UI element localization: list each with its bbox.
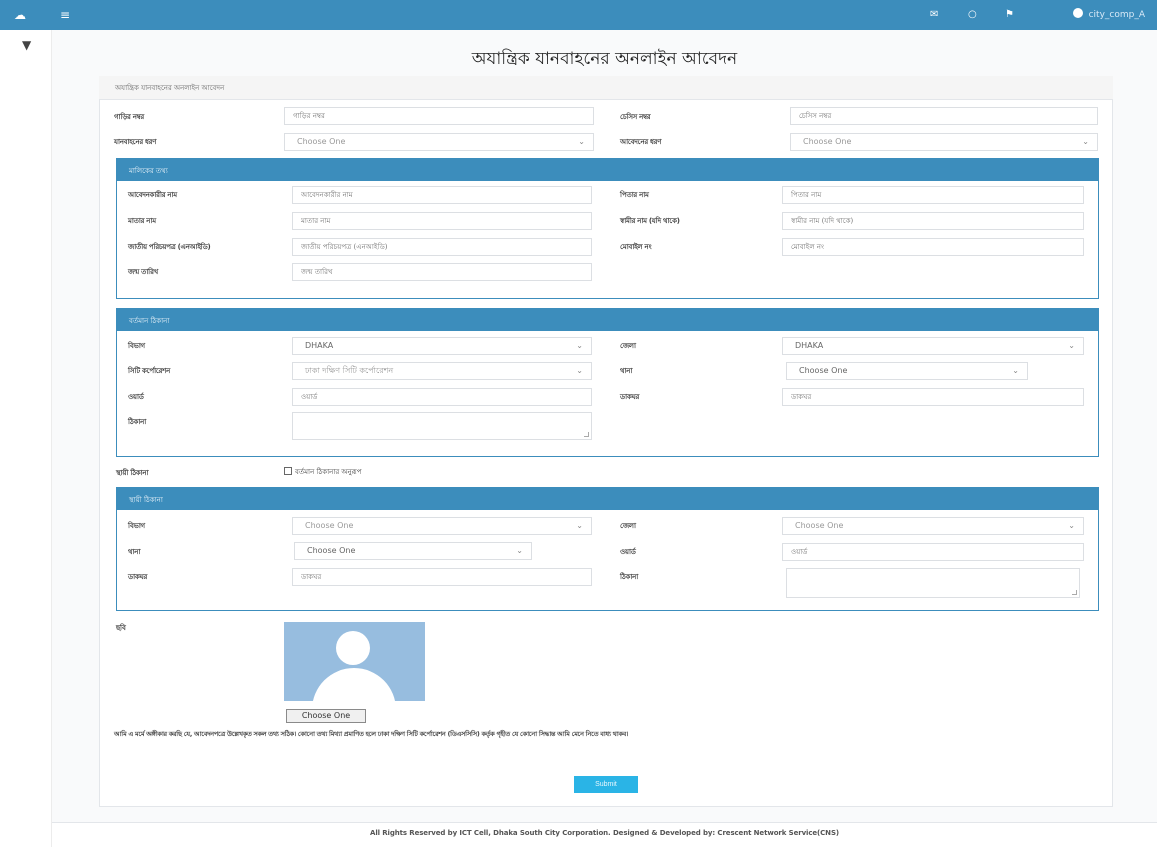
present-address-box: বর্তমান ঠিকানা <box>116 308 1099 457</box>
chevron-down-icon: ⌄ <box>1068 341 1075 350</box>
present-address-label: ঠিকানা <box>128 418 146 426</box>
chevron-down-icon: ⌄ <box>1068 521 1075 530</box>
applicant-name-label: আবেদনকারীর নাম <box>128 191 177 199</box>
father-name-label: পিতার নাম <box>620 191 649 199</box>
permanent-thana-label: থানা <box>128 548 141 556</box>
spouse-name-label: স্বামীর নাম (যদি থাকে) <box>620 217 680 225</box>
permanent-thana-select[interactable]: Choose One ⌄ <box>294 542 532 560</box>
vehicle-type-label: যানবাহনের ধরণ <box>114 138 157 146</box>
footer-text: All Rights Reserved by ICT Cell, Dhaka S… <box>52 822 1157 847</box>
chevron-down-icon: ⌄ <box>1082 137 1089 146</box>
bell-icon[interactable]: ○ <box>968 7 977 23</box>
present-division-select[interactable]: DHAKA ⌄ <box>292 337 592 355</box>
permanent-address-heading: স্থায়ী ঠিকানা <box>117 488 1098 510</box>
page-title: অযান্ত্রিক যানবাহনের অনলাইন আবেদন <box>471 49 738 69</box>
nid-input[interactable] <box>292 238 592 256</box>
chevron-down-icon: ⌄ <box>576 341 583 350</box>
permanent-postcode-label: ডাকঘর <box>128 573 148 581</box>
chevron-down-icon: ⌄ <box>576 521 583 530</box>
photo-label: ছবি <box>116 624 126 632</box>
panel-heading: অযান্ত্রিক যানবাহনের অনলাইন আবেদন <box>99 76 1113 100</box>
mobile-label: মোবাইল নং <box>620 243 652 251</box>
present-thana-label: থানা <box>620 367 633 375</box>
dob-label: জন্ম তারিখ <box>128 268 158 276</box>
present-address-textarea[interactable] <box>292 412 592 440</box>
applicant-name-input[interactable] <box>292 186 592 204</box>
flag-icon[interactable]: ⚑ <box>1005 7 1014 23</box>
hamburger-menu-icon[interactable]: ≡ <box>60 7 70 23</box>
sidebar: ▼ <box>0 30 52 847</box>
permanent-address-label: স্থায়ী ঠিকানা <box>116 469 149 477</box>
vehicle-type-select[interactable]: Choose One ⌄ <box>284 133 594 151</box>
permanent-division-label: বিভাগ <box>128 522 145 530</box>
chevron-down-icon: ⌄ <box>578 137 585 146</box>
present-postcode-label: ডাকঘর <box>620 393 640 401</box>
submit-button[interactable]: Submit <box>574 776 638 793</box>
chevron-down-icon: ⌄ <box>576 366 583 375</box>
chevron-down-icon: ⌄ <box>516 546 523 555</box>
avatar-head-shape <box>336 631 370 665</box>
mobile-input[interactable] <box>782 238 1084 256</box>
choose-photo-button[interactable]: Choose One <box>286 709 366 723</box>
permanent-division-select[interactable]: Choose One ⌄ <box>292 517 592 535</box>
present-district-select[interactable]: DHAKA ⌄ <box>782 337 1084 355</box>
application-type-label: আবেদনের ধরণ <box>620 138 662 146</box>
checkbox-icon[interactable] <box>284 467 292 475</box>
permanent-ward-input[interactable] <box>782 543 1084 561</box>
avatar <box>1072 8 1083 18</box>
top-navbar: ☁ ≡ ✉ ○ ⚑ city_comp_A <box>0 0 1157 30</box>
present-ward-label: ওয়ার্ড <box>128 393 144 401</box>
present-district-label: জেলা <box>620 342 636 350</box>
permanent-address-text-label: ঠিকানা <box>620 573 638 581</box>
city-corporation-label: সিটি কর্পোরেশন <box>128 367 170 375</box>
spouse-name-input[interactable] <box>782 212 1084 230</box>
present-postcode-input[interactable] <box>782 388 1084 406</box>
permanent-district-select[interactable]: Choose One ⌄ <box>782 517 1084 535</box>
permanent-ward-label: ওয়ার্ড <box>620 548 636 556</box>
photo-placeholder-avatar <box>284 622 425 701</box>
user-name: city_comp_A <box>1088 10 1145 20</box>
owner-info-heading: মালিকের তথ্য <box>117 159 1098 181</box>
city-corporation-select[interactable]: ঢাকা দক্ষিণ সিটি কর্পোরেশন ⌄ <box>292 362 592 380</box>
mother-name-input[interactable] <box>292 212 592 230</box>
present-ward-input[interactable] <box>292 388 592 406</box>
permanent-postcode-input[interactable] <box>292 568 592 586</box>
avatar-body-shape <box>312 668 396 701</box>
chassis-input[interactable] <box>790 107 1098 125</box>
nid-label: জাতীয় পরিচয়পত্র (এনআইডি) <box>128 243 211 251</box>
user-menu[interactable]: city_comp_A <box>1072 7 1145 23</box>
dob-input[interactable] <box>292 263 592 281</box>
permanent-district-label: জেলা <box>620 522 636 530</box>
mail-icon[interactable]: ✉ <box>930 7 938 23</box>
chevron-down-icon: ⌄ <box>1012 366 1019 375</box>
father-name-input[interactable] <box>782 186 1084 204</box>
present-thana-select[interactable]: Choose One ⌄ <box>786 362 1028 380</box>
permanent-address-textarea[interactable] <box>786 568 1080 598</box>
application-type-select[interactable]: Choose One ⌄ <box>790 133 1098 151</box>
mother-name-label: মাতার নাম <box>128 217 156 225</box>
same-as-present-checkbox[interactable]: বর্তমান ঠিকানার অনুরূপ <box>284 466 362 478</box>
chassis-label: চেসিস নম্বর <box>620 113 651 121</box>
home-icon[interactable]: ☁ <box>14 7 26 23</box>
present-division-label: বিভাগ <box>128 342 145 350</box>
present-address-heading: বর্তমান ঠিকানা <box>117 309 1098 331</box>
reg-no-label: গাড়ির নম্বর <box>114 113 144 121</box>
declaration-text: আমি এ মর্মে অঙ্গীকার করছি যে, আবেদনপত্রে… <box>114 730 629 738</box>
dashboard-icon[interactable]: ▼ <box>22 38 31 52</box>
reg-no-input[interactable] <box>284 107 594 125</box>
